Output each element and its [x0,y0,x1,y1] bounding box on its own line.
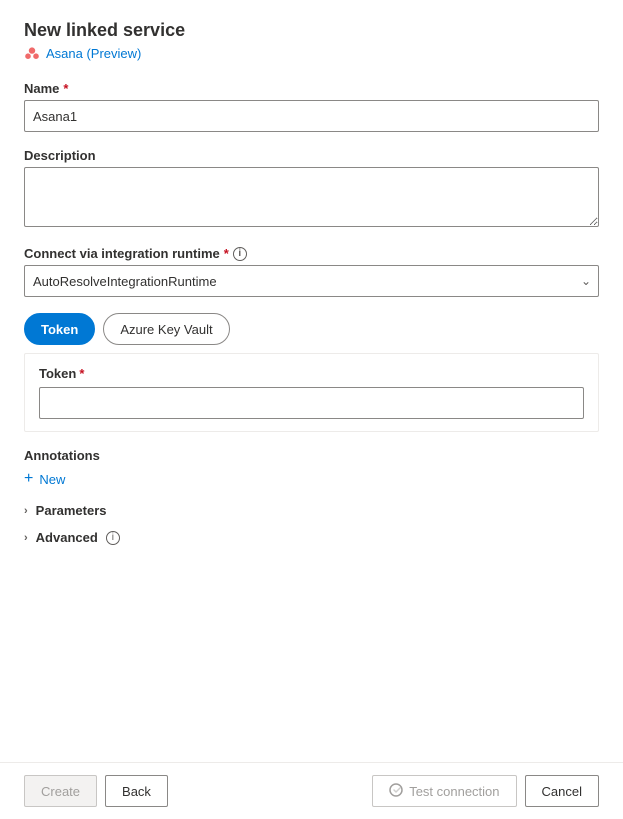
footer: Create Back Test connection Cancel [0,762,623,819]
runtime-select-wrapper: AutoResolveIntegrationRuntime ⌄ [24,265,599,297]
subtitle-text: Asana (Preview) [46,46,141,61]
cancel-button[interactable]: Cancel [525,775,599,807]
token-required: * [79,366,84,381]
description-field-group: Description [24,148,599,230]
annotations-group: Annotations + New [24,448,599,487]
name-required: * [63,81,68,96]
runtime-label: Connect via integration runtime * i [24,246,599,261]
advanced-chevron-icon: › [24,532,28,544]
token-label: Token * [39,366,584,381]
test-connection-icon [389,783,403,800]
token-section: Token * [24,353,599,432]
plus-icon: + [24,471,33,487]
page-title: New linked service [24,20,599,41]
runtime-required: * [224,246,229,261]
parameters-expand-row[interactable]: › Parameters [24,503,599,518]
back-button[interactable]: Back [105,775,168,807]
runtime-select[interactable]: AutoResolveIntegrationRuntime [24,265,599,297]
create-button[interactable]: Create [24,775,97,807]
auth-tab-group: Token Azure Key Vault [24,313,599,345]
advanced-label: Advanced [36,530,98,545]
asana-icon [24,45,40,61]
test-connection-button[interactable]: Test connection [372,775,516,807]
footer-right: Test connection Cancel [372,775,599,807]
azure-keyvault-tab[interactable]: Azure Key Vault [103,313,229,345]
description-input[interactable] [24,167,599,227]
test-connection-label: Test connection [409,784,499,799]
runtime-info-icon[interactable]: i [233,247,247,261]
add-annotation-label: New [39,472,65,487]
footer-left: Create Back [24,775,168,807]
parameters-chevron-icon: › [24,505,28,517]
advanced-info-icon[interactable]: i [106,531,120,545]
token-tab[interactable]: Token [24,313,95,345]
panel-subtitle: Asana (Preview) [24,45,599,61]
advanced-expand-row[interactable]: › Advanced i [24,530,599,545]
description-label: Description [24,148,599,163]
parameters-label: Parameters [36,503,107,518]
token-input[interactable] [39,387,584,419]
name-field-group: Name * [24,81,599,132]
name-input[interactable] [24,100,599,132]
add-annotation-button[interactable]: + New [24,471,65,487]
runtime-field-group: Connect via integration runtime * i Auto… [24,246,599,297]
annotations-label: Annotations [24,448,599,463]
name-label: Name * [24,81,599,96]
main-panel: New linked service Asana (Preview) Name … [0,0,623,762]
